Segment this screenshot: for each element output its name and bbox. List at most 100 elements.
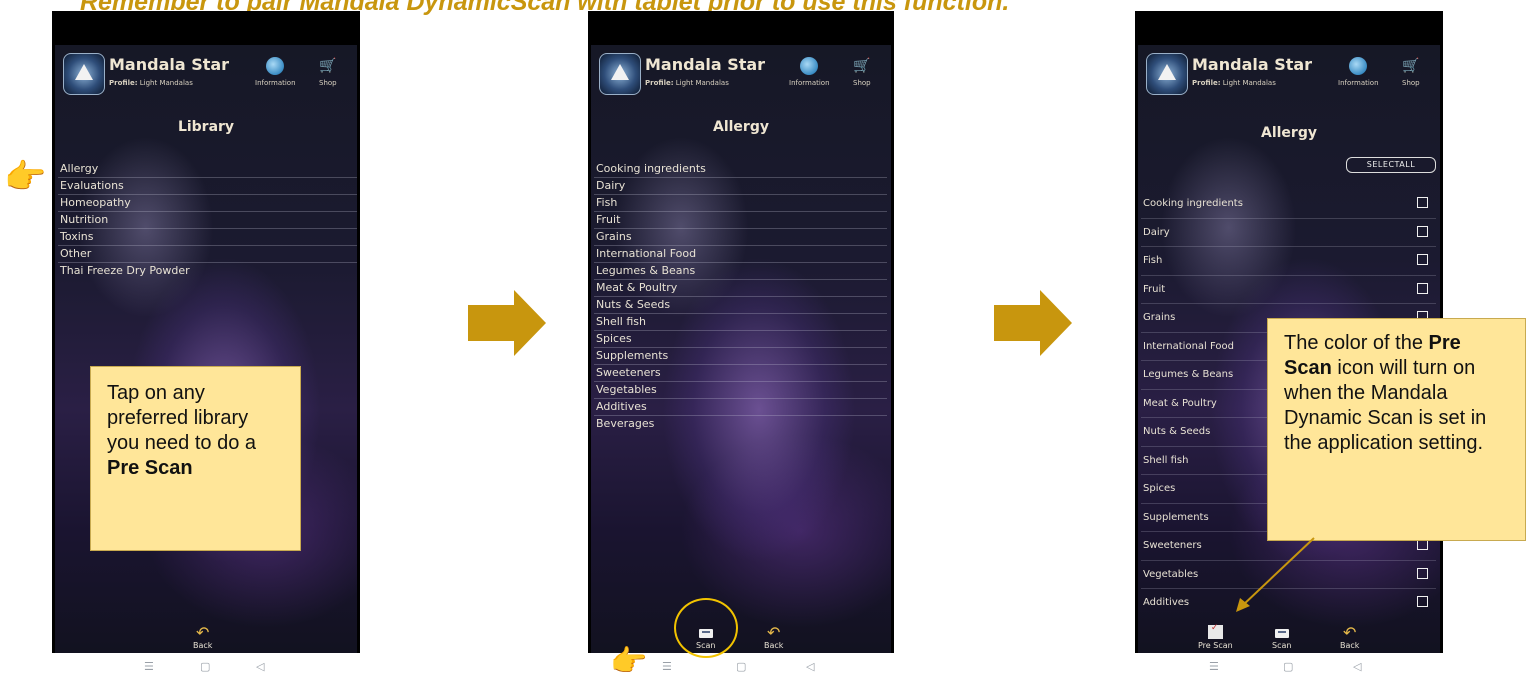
checkbox[interactable] (1417, 282, 1428, 294)
mandala-logo-icon[interactable] (1146, 53, 1188, 95)
home-nav-icon[interactable]: ▢ (1283, 660, 1293, 673)
back-nav-icon[interactable]: ◁ (256, 660, 264, 673)
list-item[interactable]: Dairy (594, 178, 887, 195)
back-button[interactable]: ↶ Back (764, 623, 783, 651)
phone-allergy: Mandala Star Profile: Light Mandalas Inf… (588, 11, 894, 682)
list-item-label: Sweeteners (1143, 540, 1202, 551)
list-item-label: Vegetables (1143, 568, 1199, 580)
screen-allergy: Mandala Star Profile: Light Mandalas Inf… (591, 45, 891, 653)
android-navbar: ☰ ▢ ◁ (1135, 653, 1443, 682)
allergy-list: Cooking ingredients Dairy Fish Fruit Gra… (594, 161, 887, 432)
menu-nav-icon[interactable]: ☰ (662, 660, 672, 673)
checkbox[interactable] (1417, 197, 1428, 208)
page-title: Library (177, 119, 235, 135)
back-nav-icon[interactable]: ◁ (1353, 660, 1361, 673)
app-title: Mandala Star (645, 55, 766, 74)
list-item[interactable]: Fruit (594, 212, 887, 229)
list-item-label: Dairy (1143, 226, 1170, 238)
globe-icon (800, 57, 819, 75)
library-list: Allergy Evaluations Homeopathy Nutrition… (58, 161, 357, 279)
list-item-label: International Food (1143, 340, 1234, 352)
list-item[interactable]: Fish (594, 195, 887, 212)
list-item[interactable]: Cooking ingredients (594, 161, 887, 178)
list-item-thai-freeze-dry[interactable]: Thai Freeze Dry Powder (58, 263, 357, 279)
list-item[interactable]: Legumes & Beans (594, 263, 887, 280)
select-all-button[interactable]: SELECTALL (1346, 157, 1436, 173)
profile-label: Profile: Light Mandalas (109, 79, 193, 87)
list-item-allergy[interactable]: Allergy (58, 161, 357, 178)
list-item-label: Additives (1143, 597, 1190, 608)
back-button[interactable]: ↶ Back (1340, 623, 1359, 651)
shop-button[interactable]: 🛒 Shop (853, 57, 871, 87)
scan-icon (1274, 629, 1289, 638)
home-nav-icon[interactable]: ▢ (200, 660, 210, 673)
mandala-logo-icon[interactable] (599, 53, 641, 95)
menu-nav-icon[interactable]: ☰ (1209, 660, 1219, 673)
list-item-other[interactable]: Other (58, 246, 357, 263)
menu-nav-icon[interactable]: ☰ (144, 660, 154, 673)
list-item[interactable]: Meat & Poultry (594, 280, 887, 297)
pre-scan-button[interactable]: Pre Scan (1198, 623, 1233, 650)
list-item[interactable]: Cooking ingredients (1141, 190, 1436, 219)
list-item[interactable]: Additives (594, 399, 887, 416)
cart-icon: 🛒 (1402, 58, 1420, 74)
cart-icon: 🛒 (319, 58, 337, 74)
list-item[interactable]: Dairy (1141, 219, 1436, 247)
right-arrow-icon (468, 290, 546, 356)
list-item-label: Fish (1143, 255, 1163, 266)
list-item[interactable]: Fruit (1141, 276, 1436, 304)
checkbox[interactable] (1417, 596, 1428, 607)
list-item-label: Spices (1143, 483, 1176, 494)
bottom-bar: Pre Scan Scan ↶ Back (1138, 617, 1440, 653)
back-nav-icon[interactable]: ◁ (806, 660, 814, 673)
pointing-hand-icon: 👉 (610, 644, 648, 679)
app-title: Mandala Star (1192, 55, 1313, 74)
shop-button[interactable]: 🛒 Shop (319, 57, 337, 87)
back-arrow-icon: ↶ (196, 623, 210, 642)
app-header: Mandala Star Profile: Light Mandalas Inf… (63, 53, 349, 97)
checkbox[interactable] (1417, 254, 1428, 265)
app-header: Mandala Star Profile: Light Mandalas Inf… (1146, 53, 1432, 97)
back-button[interactable]: ↶ Back (193, 623, 212, 651)
list-item[interactable]: Shell fish (594, 314, 887, 331)
cart-icon: 🛒 (853, 58, 871, 74)
information-button[interactable]: Information (1338, 57, 1379, 87)
list-item[interactable]: International Food (594, 246, 887, 263)
right-arrow-icon (994, 290, 1072, 356)
scan-button[interactable]: Scan (1272, 629, 1291, 650)
checkbox[interactable] (1417, 567, 1428, 579)
globe-icon (1349, 57, 1368, 75)
list-item-nutrition[interactable]: Nutrition (58, 212, 357, 229)
shop-button[interactable]: 🛒 Shop (1402, 57, 1420, 87)
list-item[interactable]: Fish (1141, 247, 1436, 276)
page-title: Allergy (1261, 125, 1317, 141)
list-item[interactable]: Spices (594, 331, 887, 348)
checkbox[interactable] (1417, 225, 1428, 237)
screen-library: Mandala Star Profile: Light Mandalas Inf… (55, 45, 357, 653)
list-item-label: Nuts & Seeds (1143, 426, 1211, 437)
list-item[interactable]: Vegetables (594, 382, 887, 399)
bottom-bar: ↶ Back (55, 617, 357, 653)
information-button[interactable]: Information (789, 57, 830, 87)
list-item[interactable]: Supplements (594, 348, 887, 365)
list-item[interactable]: Nuts & Seeds (594, 297, 887, 314)
list-item[interactable]: Sweeteners (594, 365, 887, 382)
mandala-logo-icon[interactable] (63, 53, 105, 95)
list-item-homeopathy[interactable]: Homeopathy (58, 195, 357, 212)
android-navbar: ☰ ▢ ◁ (52, 653, 360, 682)
list-item-evaluations[interactable]: Evaluations (58, 178, 357, 195)
profile-label: Profile: Light Mandalas (1192, 79, 1276, 87)
list-item[interactable]: Grains (594, 229, 887, 246)
scan-highlight-circle (674, 598, 738, 658)
list-item-label: Cooking ingredients (1143, 198, 1243, 209)
list-item-label: Grains (1143, 312, 1176, 323)
callout-pre-scan-info: The color of the Pre Scan icon will turn… (1267, 318, 1526, 541)
list-item-toxins[interactable]: Toxins (58, 229, 357, 246)
list-item-label: Legumes & Beans (1143, 369, 1234, 380)
app-header: Mandala Star Profile: Light Mandalas Inf… (599, 53, 883, 97)
back-arrow-icon: ↶ (1343, 623, 1357, 642)
home-nav-icon[interactable]: ▢ (736, 660, 746, 673)
back-arrow-icon: ↶ (767, 623, 781, 642)
list-item[interactable]: Beverages (594, 416, 887, 432)
information-button[interactable]: Information (255, 57, 296, 87)
